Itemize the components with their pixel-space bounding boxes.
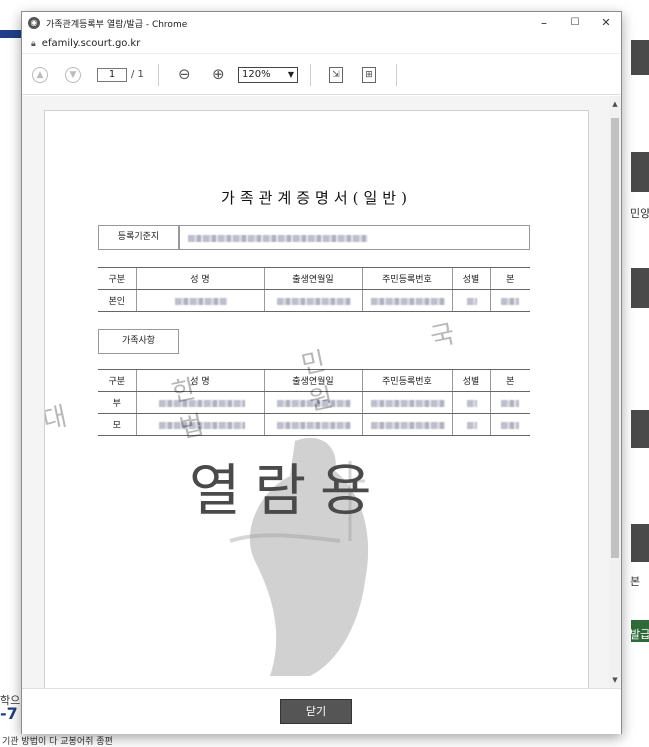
redacted-text (276, 298, 351, 305)
registry-value-box (179, 225, 530, 250)
maximize-button[interactable]: ☐ (560, 12, 590, 34)
zoom-value: 120% (242, 69, 271, 80)
title-bar[interactable]: ◉ 가족관계등록부 열람/발급 - Chrome – ☐ ✕ (22, 12, 621, 34)
family-label-box: 가족사항 (98, 329, 179, 354)
family-section-label: 가족사항 (121, 336, 156, 346)
next-page-button[interactable]: ▼ (65, 67, 81, 83)
pdf-page: 가족관계증명서(일반) 등록기준지 구분 성 명 출생연월일 주민등록번호 성별… (44, 110, 589, 690)
table-cell (489, 391, 530, 414)
col-header: 출생연월일 (263, 267, 362, 290)
chrome-popup-window: ◉ 가족관계등록부 열람/발급 - Chrome – ☐ ✕ 🔒︎ efamil… (21, 11, 622, 734)
page-number-input[interactable]: 1 (97, 68, 127, 82)
toolbar-divider (310, 64, 311, 86)
redacted-text (466, 298, 477, 305)
background-dark-block (631, 40, 649, 75)
prev-page-button[interactable]: ▲ (32, 67, 48, 83)
redacted-text (466, 422, 477, 429)
redacted-text (370, 298, 445, 305)
chevron-down-icon: ▼ (287, 70, 294, 79)
table-cell (263, 289, 362, 312)
background-dark-block (631, 268, 649, 308)
zoom-select[interactable]: 120% ▼ (238, 67, 298, 83)
col-header: 성별 (451, 267, 490, 290)
minimize-button[interactable]: – (529, 12, 559, 34)
col-header: 성 명 (135, 267, 264, 290)
col-header: 구분 (98, 267, 136, 290)
table-row: 본인 (98, 289, 530, 312)
watermark-text: 열람용 (189, 459, 386, 524)
table-header-row: 구분 성 명 출생연월일 주민등록번호 성별 본 (98, 267, 530, 290)
background-header-strip (0, 30, 22, 38)
page-total: / 1 (131, 69, 144, 80)
popup-footer: 닫기 (22, 688, 621, 734)
zoom-in-icon[interactable]: ⊕ (212, 65, 225, 83)
background-text: -7 (0, 704, 18, 723)
site-icon: ◉ (28, 17, 40, 29)
registry-label: 등록기준지 (117, 232, 160, 242)
address-bar[interactable]: 🔒︎ efamily.scourt.go.kr (22, 34, 621, 54)
col-header: 주민등록번호 (361, 267, 452, 290)
scrollbar-thumb[interactable] (611, 118, 619, 558)
address-url: efamily.scourt.go.kr (41, 38, 141, 49)
close-button[interactable]: 닫기 (280, 699, 352, 724)
background-text: 기관 방법이 다 교봉어쥐 종편 (2, 737, 113, 747)
background-text: 발급 (630, 628, 649, 641)
toolbar-divider (158, 64, 159, 86)
fit-page-icon[interactable]: ⇲ (329, 67, 343, 83)
scrollbar[interactable]: ▲ ▼ (609, 96, 621, 688)
rotate-icon[interactable]: ⊞ (362, 67, 376, 83)
background-text: 민양 (630, 207, 649, 220)
table-cell (135, 289, 264, 312)
toolbar-divider (396, 64, 397, 86)
document-title: 가족관계증명서(일반) (221, 189, 412, 207)
redacted-text (500, 422, 519, 429)
table-cell (361, 289, 452, 312)
window-title: 가족관계등록부 열람/발급 - Chrome (46, 19, 188, 30)
table-cell (489, 413, 530, 436)
pdf-toolbar: ▲ ▼ 1 / 1 ⊖ ⊕ 120% ▼ ⇲ ⊞ (22, 55, 621, 95)
registry-label-box: 등록기준지 (98, 225, 179, 250)
scroll-down-icon[interactable]: ▼ (609, 676, 621, 684)
zoom-out-icon[interactable]: ⊖ (178, 65, 191, 83)
table-cell (451, 413, 490, 436)
self-table: 구분 성 명 출생연월일 주민등록번호 성별 본 본인 (98, 267, 530, 312)
redacted-text (174, 298, 227, 305)
background-dark-block (631, 152, 649, 192)
redacted-text (188, 235, 368, 242)
background-text: 본 (630, 575, 641, 588)
redacted-text (500, 400, 519, 407)
row-label: 본인 (98, 289, 136, 312)
col-header: 본 (489, 267, 530, 290)
redacted-text (466, 400, 477, 407)
table-cell (451, 391, 490, 414)
background-dark-block (631, 410, 649, 448)
background-dark-block (631, 524, 649, 562)
close-window-button[interactable]: ✕ (591, 12, 621, 34)
scroll-up-icon[interactable]: ▲ (609, 100, 621, 108)
lock-icon: 🔒︎ (31, 38, 36, 49)
